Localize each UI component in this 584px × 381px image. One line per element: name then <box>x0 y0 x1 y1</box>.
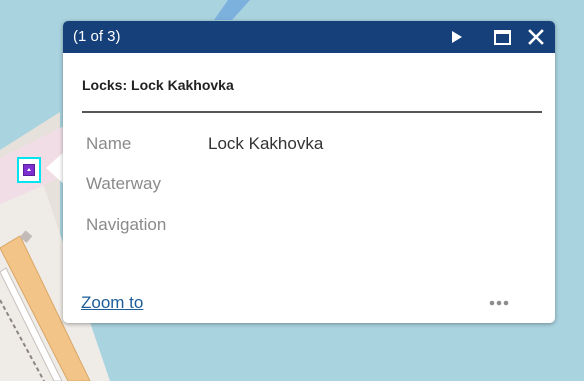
next-feature-button[interactable] <box>445 26 467 48</box>
attribute-row-name: Name Lock Kakhovka <box>86 134 323 154</box>
close-button[interactable] <box>525 26 547 48</box>
zoom-to-link[interactable]: Zoom to <box>81 293 143 313</box>
attribute-row-navigation: Navigation <box>86 215 166 235</box>
feature-popup: (1 of 3) Locks: Lock Kakhovka Name Lock … <box>63 21 555 323</box>
attribute-row-waterway: Waterway <box>86 174 161 194</box>
attribute-label: Name <box>86 134 132 153</box>
title-divider <box>82 111 542 113</box>
ellipsis-icon <box>489 300 509 306</box>
attribute-label: Waterway <box>86 174 161 193</box>
lock-triangle-marker-icon <box>23 164 35 176</box>
selected-lock-marker[interactable] <box>17 157 41 183</box>
attribute-value: Lock Kakhovka <box>208 134 324 153</box>
more-actions-button[interactable] <box>485 295 525 309</box>
popup-title: Locks: Lock Kakhovka <box>82 77 234 93</box>
close-x-icon <box>528 29 544 45</box>
map-view[interactable]: (1 of 3) Locks: Lock Kakhovka Name Lock … <box>0 0 584 381</box>
maximize-button[interactable] <box>491 26 513 48</box>
play-triangle-icon <box>452 31 462 43</box>
popup-header: (1 of 3) <box>63 21 555 53</box>
attribute-label: Navigation <box>86 215 167 234</box>
feature-counter: (1 of 3) <box>73 28 121 45</box>
maximize-window-icon <box>494 30 511 45</box>
